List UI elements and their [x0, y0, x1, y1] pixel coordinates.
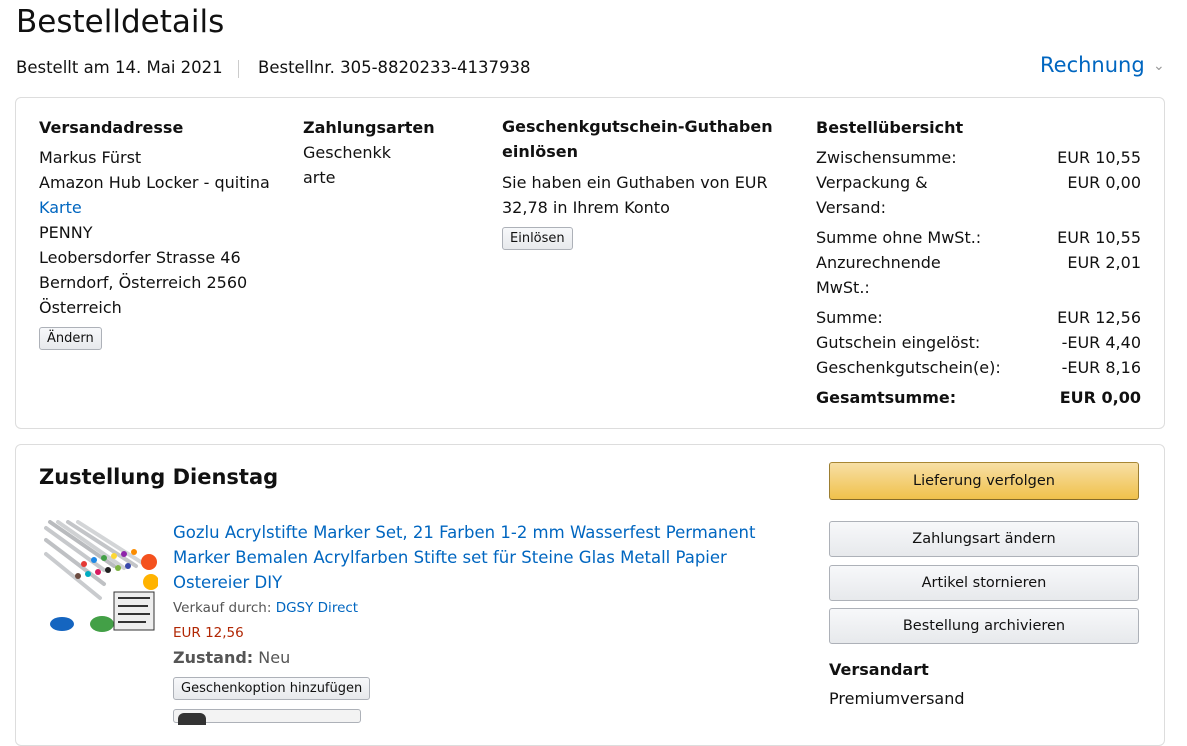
- payment-heading: Zahlungsarten: [303, 118, 435, 137]
- chevron-down-icon[interactable]: ⌄: [1153, 58, 1165, 74]
- summary-value: EUR 12,56: [1057, 308, 1141, 327]
- summary-label: Verpackung & Versand:: [816, 173, 928, 217]
- shipping-type-heading: Versandart: [829, 660, 929, 679]
- cancel-items-button[interactable]: Artikel stornieren: [829, 565, 1139, 601]
- shipping-line1: Amazon Hub Locker - quitina: [39, 173, 270, 192]
- payment-method-line2: arte: [303, 168, 336, 187]
- summary-value: -EUR 4,40: [1061, 333, 1141, 352]
- order-number: Bestellnr. 305-8820233-4137938: [258, 58, 531, 77]
- shipping-address: Markus Fürst Amazon Hub Locker - quitina…: [39, 145, 289, 320]
- add-gift-option-button[interactable]: Geschenkoption hinzufügen: [173, 677, 371, 700]
- giftcard-heading: Geschenkgutschein-Guthaben einlösen: [502, 114, 773, 164]
- product-image[interactable]: [44, 520, 159, 632]
- shipping-type-value: Premiumversand: [829, 689, 965, 708]
- map-link[interactable]: Karte: [39, 195, 289, 220]
- track-delivery-button[interactable]: Lieferung verfolgen: [829, 462, 1139, 500]
- giftcard-heading-line2: einlösen: [502, 142, 578, 161]
- change-address-button[interactable]: Ändern: [39, 327, 102, 350]
- summary-label: Anzurechnende MwSt.:: [816, 253, 941, 297]
- meta-divider: [238, 60, 239, 78]
- shipping-line2: PENNY: [39, 223, 93, 242]
- summary-value: -EUR 8,16: [1061, 358, 1141, 377]
- giftcard-balance-text: Sie haben ein Guthaben von EUR 32,78 in …: [502, 170, 768, 220]
- delivery-heading: Zustellung Dienstag: [39, 465, 279, 489]
- summary-label: Zwischensumme:: [816, 148, 957, 167]
- sold-by-label: Verkauf durch:: [173, 600, 272, 616]
- invoice-dropdown[interactable]: Rechnung: [1040, 53, 1145, 77]
- product-title-line[interactable]: Ostereier DIY: [173, 570, 773, 595]
- shipping-line4: Berndorf, Österreich 2560: [39, 273, 248, 292]
- product-price: EUR 12,56: [173, 625, 244, 641]
- buy-again-button[interactable]: [173, 709, 361, 725]
- giftcard-text-line1: Sie haben ein Guthaben von EUR: [502, 173, 768, 192]
- shipping-line3: Leobersdorfer Strasse 46: [39, 248, 241, 267]
- buy-again-icon: [178, 713, 206, 725]
- archive-order-button[interactable]: Bestellung archivieren: [829, 608, 1139, 644]
- product-title-line[interactable]: Marker Bemalen Acrylfarben Stifte set fü…: [173, 545, 773, 570]
- summary-value: EUR 10,55: [1057, 148, 1141, 167]
- order-date: Bestellt am 14. Mai 2021: [16, 58, 223, 77]
- shipping-heading: Versandadresse: [39, 118, 184, 137]
- summary-value: EUR 2,01: [1067, 253, 1141, 272]
- summary-label: Gutschein eingelöst:: [816, 333, 981, 352]
- seller-link[interactable]: DGSY Direct: [276, 600, 358, 616]
- summary-total-value: EUR 0,00: [1059, 388, 1141, 407]
- payment-method: Geschenkk arte: [303, 140, 391, 190]
- change-payment-button[interactable]: Zahlungsart ändern: [829, 521, 1139, 557]
- product-title-line[interactable]: Gozlu Acrylstifte Marker Set, 21 Farben …: [173, 520, 773, 545]
- shipping-name: Markus Fürst: [39, 148, 142, 167]
- product-title-link[interactable]: Gozlu Acrylstifte Marker Set, 21 Farben …: [173, 520, 773, 595]
- summary-heading: Bestellübersicht: [816, 118, 964, 137]
- summary-label: Summe:: [816, 308, 883, 327]
- summary-value: EUR 0,00: [1067, 173, 1141, 192]
- product-condition: Zustand: Neu: [173, 648, 290, 667]
- redeem-button[interactable]: Einlösen: [502, 227, 573, 250]
- shipping-line5: Österreich: [39, 298, 122, 317]
- condition-label: Zustand:: [173, 648, 254, 667]
- page-title: Bestelldetails: [16, 4, 225, 40]
- summary-label: Geschenkgutschein(e):: [816, 358, 1001, 377]
- summary-label: Summe ohne MwSt.:: [816, 228, 982, 247]
- condition-value: Neu: [258, 648, 291, 667]
- payment-method-line1: Geschenkk: [303, 143, 392, 162]
- giftcard-heading-line1: Geschenkgutschein-Guthaben: [502, 117, 773, 136]
- summary-total-label: Gesamtsumme:: [816, 388, 957, 407]
- sold-by: Verkauf durch: DGSY Direct: [173, 600, 358, 616]
- giftcard-text-line2: 32,78 in Ihrem Konto: [502, 198, 670, 217]
- summary-value: EUR 10,55: [1057, 228, 1141, 247]
